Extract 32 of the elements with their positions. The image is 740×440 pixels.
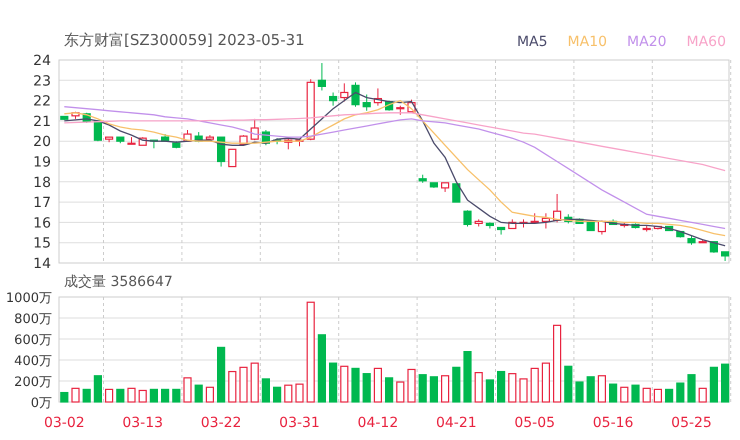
- legend-label: MA20: [627, 34, 667, 50]
- volume-title: 成交量 3586647: [64, 274, 173, 290]
- axis-label: 14: [33, 256, 51, 270]
- date-label: 04-21: [436, 415, 477, 431]
- axis-label: 24: [33, 53, 51, 69]
- date-label: 03-02: [44, 415, 85, 431]
- axis-label: 200万: [14, 375, 52, 390]
- date-label: 03-22: [200, 415, 242, 431]
- legend-label: MA5: [516, 34, 548, 50]
- date-label: 05-05: [514, 415, 556, 431]
- legend-label: MA10: [568, 34, 608, 50]
- axis-label: 23: [33, 73, 51, 90]
- axis-label: 600万: [14, 333, 52, 348]
- axis-label: 16: [33, 215, 51, 232]
- date-label: 03-31: [279, 415, 320, 431]
- axis-label: 22: [33, 94, 51, 110]
- axis-label: 15: [33, 236, 51, 252]
- axis-label: 17: [33, 195, 51, 212]
- axis-label: 0万: [30, 396, 52, 411]
- date-label: 05-25: [671, 415, 712, 431]
- chart-title: 东方财富[SZ300059] 2023-05-31: [64, 31, 305, 50]
- axis-label: 20: [33, 134, 51, 150]
- axis-label: 19: [33, 154, 51, 170]
- axis-label: 18: [33, 174, 51, 191]
- date-label: 03-13: [122, 415, 164, 431]
- axis-label: 800万: [14, 312, 52, 327]
- date-label: 05-16: [592, 415, 634, 431]
- axis-label: 21: [33, 114, 51, 130]
- legend-label: MA60: [686, 34, 726, 50]
- axis-label: 400万: [14, 354, 52, 369]
- axis-label: 1000万: [6, 291, 52, 306]
- date-label: 04-12: [358, 415, 398, 431]
